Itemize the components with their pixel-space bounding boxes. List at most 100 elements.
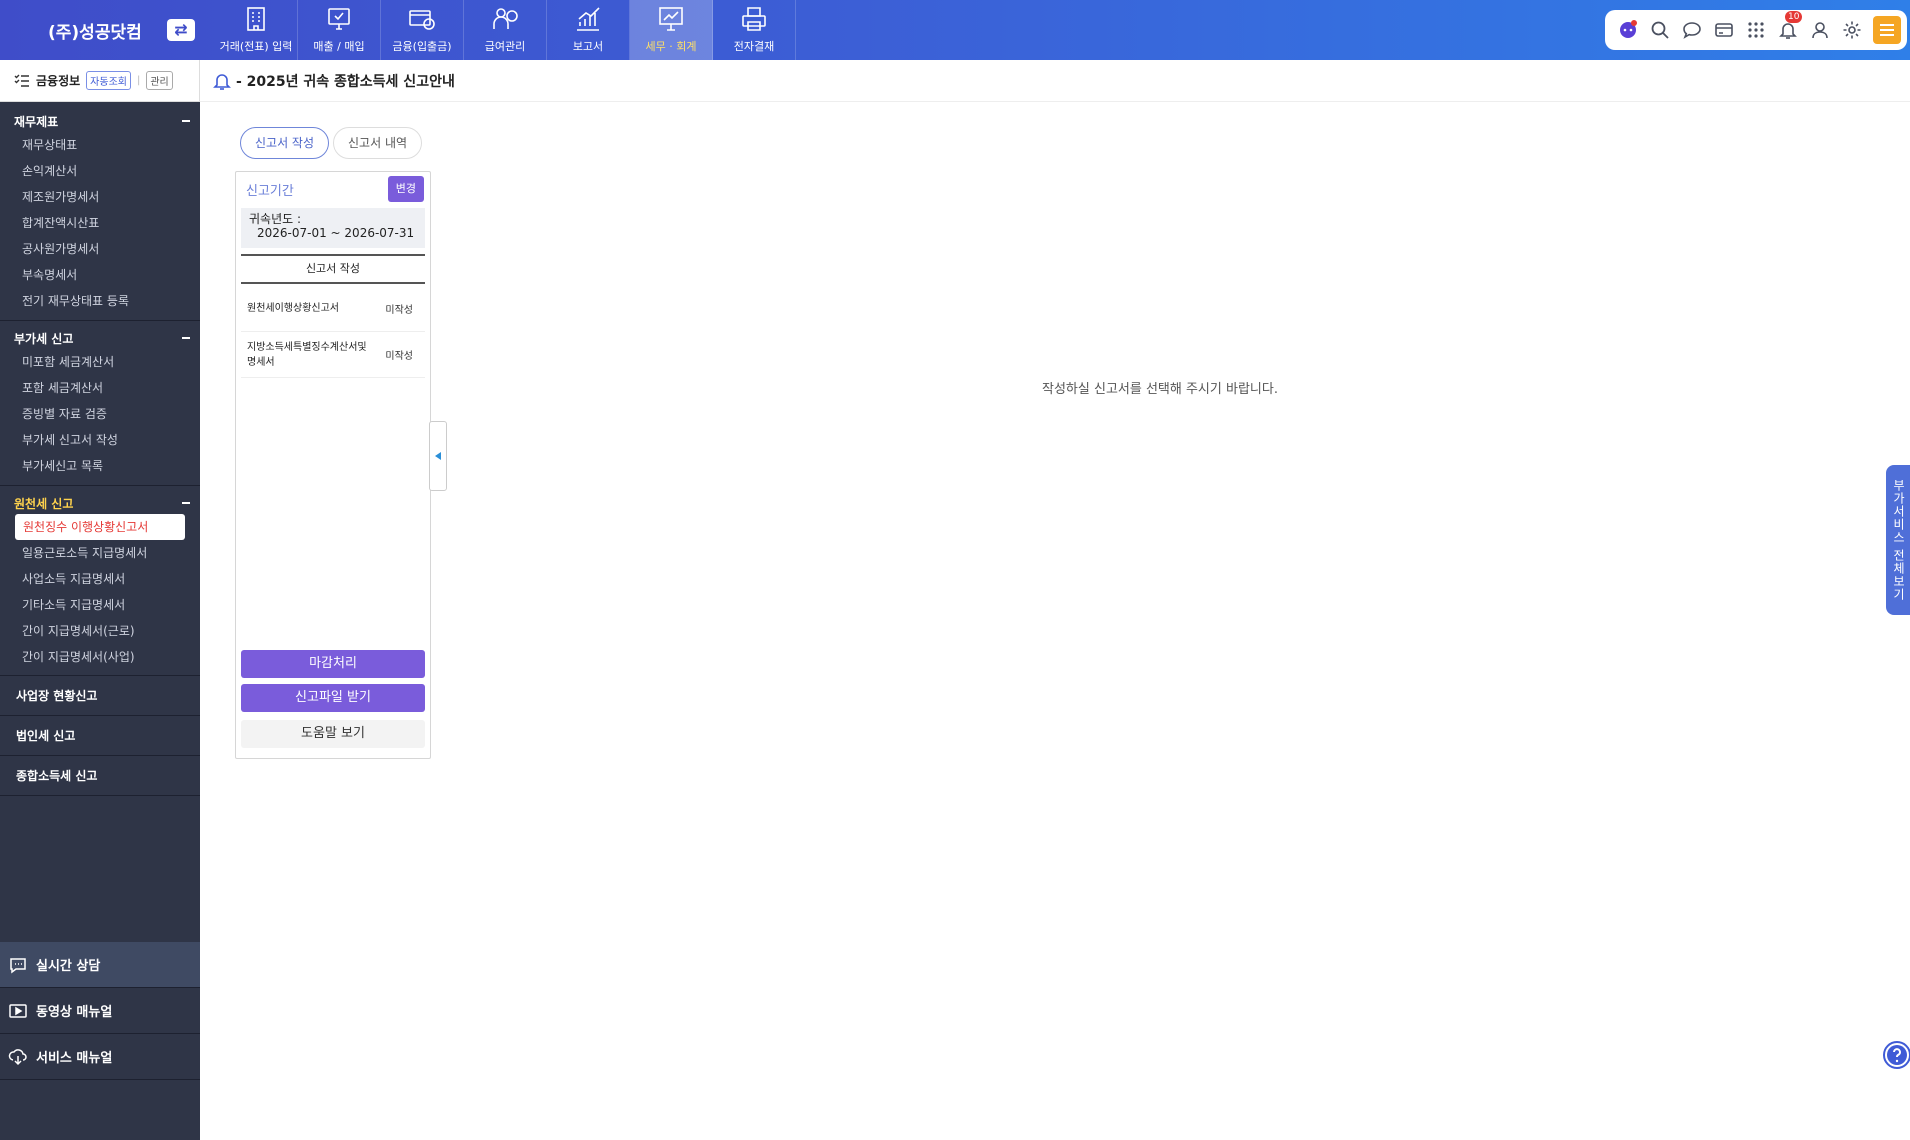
sidebar-item[interactable]: 미포함 세금계산서	[0, 349, 200, 375]
menu-payroll[interactable]: 급여관리	[464, 0, 547, 60]
manage-button[interactable]: 관리	[146, 71, 173, 90]
search-icon[interactable]	[1649, 19, 1671, 41]
auto-lookup-button[interactable]: 자동조회	[86, 71, 131, 90]
additional-services-tab[interactable]: 부가서비스 전체보기	[1886, 465, 1910, 615]
finance-info-label: 금융정보	[36, 74, 81, 88]
sidebar-item[interactable]: 부가세 신고서 작성	[0, 427, 200, 453]
menu-e-approval[interactable]: 전자결재	[713, 0, 796, 60]
report-status: 미작성	[385, 305, 413, 316]
sidebar-item[interactable]: 사업소득 지급명세서	[0, 566, 200, 592]
gear-icon[interactable]	[1841, 19, 1863, 41]
checklist-icon	[14, 74, 29, 87]
tool-panel: 10	[1605, 10, 1907, 50]
bell-icon	[213, 73, 231, 90]
year-label: 귀속년도 :	[249, 212, 302, 226]
menu-sales-purchase[interactable]: 매출 / 매입	[298, 0, 381, 60]
sidebar-item[interactable]: 제조원가명세서	[0, 184, 200, 210]
sidebar-item[interactable]: 일용근로소득 지급명세서	[0, 540, 200, 566]
sidebar-item[interactable]: 부속명세서	[0, 262, 200, 288]
video-manual-link[interactable]: 동영상 매뉴얼	[0, 988, 200, 1034]
divider	[0, 320, 200, 321]
sidebar-item[interactable]: 포함 세금계산서	[0, 375, 200, 401]
period-header: 신고기간 변경	[236, 172, 430, 206]
sidebar-item[interactable]: 간이 지급명세서(사업)	[0, 644, 200, 670]
sidebar-item[interactable]: 전기 재무상태표 등록	[0, 288, 200, 314]
sidebar-item-corporate-tax[interactable]: 법인세 신고	[0, 716, 200, 756]
hamburger-menu-icon[interactable]	[1873, 16, 1901, 44]
apps-grid-icon[interactable]	[1745, 19, 1767, 41]
link-label: 서비스 매뉴얼	[36, 1051, 113, 1066]
sidebar-item[interactable]: 기타소득 지급명세서	[0, 592, 200, 618]
sidebar-item-business-status[interactable]: 사업장 현황신고	[0, 676, 200, 716]
section-title: 부가세 신고	[14, 331, 74, 346]
finance-info-bar: 금융정보 자동조회 | 관리	[0, 60, 200, 102]
list-item[interactable]: 원천세이행상황신고서 미작성	[241, 286, 425, 332]
tab-report-history[interactable]: 신고서 내역	[333, 127, 423, 159]
help-button[interactable]: 도움말 보기	[241, 720, 425, 748]
menu-tax-accounting[interactable]: 세무 · 회계	[630, 0, 713, 60]
switch-company-icon[interactable]: ⇄	[167, 19, 195, 41]
collapse-minus-icon[interactable]	[182, 120, 190, 122]
empty-state-message: 작성하실 신고서를 선택해 주시기 바랍니다.	[1042, 382, 1278, 397]
menu-label: 보고서	[572, 40, 604, 53]
menu-transaction-entry[interactable]: 거래(전표) 입력	[215, 0, 298, 60]
service-manual-link[interactable]: 서비스 매뉴얼	[0, 1034, 200, 1080]
presentation-chart-icon	[659, 7, 683, 31]
page-title: - 2025년 귀속 종합소득세 신고안내	[236, 73, 455, 90]
section-vat-report[interactable]: 부가세 신고	[0, 327, 200, 349]
menu-reports[interactable]: 보고서	[547, 0, 630, 60]
person-money-icon	[493, 8, 518, 29]
sidebar: 금융정보 자동조회 | 관리 재무제표 재무상태표 손익계산서 제조원가명세서 …	[0, 60, 200, 1140]
tab-write-report[interactable]: 신고서 작성	[240, 127, 330, 159]
notification-bell-icon[interactable]: 10	[1777, 11, 1803, 41]
report-name: 원천세이행상황신고서	[247, 303, 339, 314]
report-status: 미작성	[385, 351, 413, 362]
chatbot-icon[interactable]	[1617, 19, 1639, 41]
close-processing-button[interactable]: 마감처리	[241, 650, 425, 678]
bottom-links: 실시간 상담 동영상 매뉴얼 서비스 매뉴얼	[0, 942, 200, 1080]
divider	[0, 485, 200, 486]
sidebar-item[interactable]: 손익계산서	[0, 158, 200, 184]
link-label: 실시간 상담	[36, 959, 101, 974]
help-question-icon[interactable]	[1882, 1040, 1910, 1070]
period-label: 신고기간	[246, 183, 294, 199]
sidebar-item[interactable]: 재무상태표	[0, 132, 200, 158]
caret-left-icon	[435, 452, 441, 460]
notification-count-badge: 10	[1785, 11, 1803, 23]
sidebar-item[interactable]: 합계잔액시산표	[0, 210, 200, 236]
sidebar-item[interactable]: 공사원가명세서	[0, 236, 200, 262]
collapse-minus-icon[interactable]	[182, 502, 190, 504]
sidebar-item-active[interactable]: 원천징수 이행상황신고서	[15, 514, 185, 540]
chat-icon	[10, 957, 26, 973]
collapse-minus-icon[interactable]	[182, 337, 190, 339]
report-tabs: 신고서 작성 신고서 내역	[240, 127, 423, 159]
link-label: 동영상 매뉴얼	[36, 1005, 113, 1020]
card-icon[interactable]	[1713, 19, 1735, 41]
year-info: 귀속년도 : 2026-07-01 ~ 2026-07-31	[241, 208, 425, 248]
download-file-button[interactable]: 신고파일 받기	[241, 684, 425, 712]
main-menu: 거래(전표) 입력 매출 / 매입 금융(입출금) 급여관리 보고서 세무 · …	[215, 0, 796, 60]
menu-label: 전자결재	[733, 40, 775, 53]
sidebar-item[interactable]: 간이 지급명세서(근로)	[0, 618, 200, 644]
sidebar-item[interactable]: 증빙별 자료 검증	[0, 401, 200, 427]
change-button[interactable]: 변경	[387, 176, 424, 202]
section-title: 재무제표	[14, 114, 59, 129]
live-chat-link[interactable]: 실시간 상담	[0, 942, 200, 988]
printer-doc-icon	[742, 7, 766, 31]
list-header: 신고서 작성	[241, 254, 425, 284]
menu-finance[interactable]: 금융(입출금)	[381, 0, 464, 60]
section-financial-statements[interactable]: 재무제표	[0, 110, 200, 132]
sidebar-item-income-tax[interactable]: 종합소득세 신고	[0, 756, 200, 796]
user-icon[interactable]	[1809, 19, 1831, 41]
company-selector: (주)성공닷컴 ⇄	[0, 0, 200, 60]
chart-up-icon	[577, 7, 600, 31]
side-tab-label: 부가서비스 전체보기	[1891, 479, 1906, 601]
panel-collapse-handle[interactable]	[429, 421, 447, 491]
list-item[interactable]: 지방소득세특별징수계산서및명세서 미작성	[241, 332, 425, 378]
menu-label: 거래(전표) 입력	[219, 40, 293, 53]
sidebar-item[interactable]: 부가세신고 목록	[0, 453, 200, 479]
company-name[interactable]: (주)성공닷컴	[48, 18, 142, 43]
message-icon[interactable]	[1681, 19, 1703, 41]
menu-label: 급여관리	[484, 40, 526, 53]
section-withholding-tax[interactable]: 원천세 신고	[0, 492, 200, 514]
